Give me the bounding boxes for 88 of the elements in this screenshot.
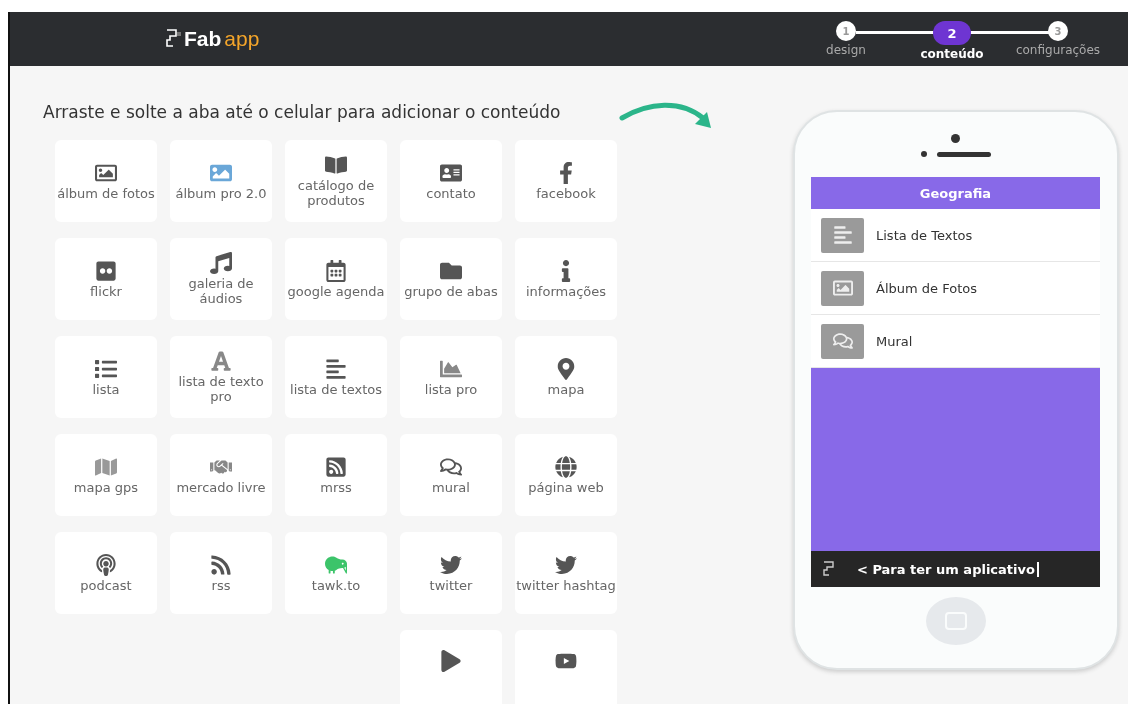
- speaker-slot: [936, 151, 991, 157]
- map-pin-icon: [555, 357, 577, 380]
- tile-label: lista de textos: [289, 381, 383, 397]
- content-tile[interactable]: galeria de áudios: [170, 238, 272, 320]
- tile-label: álbum pro 2.0: [174, 185, 268, 201]
- tile-label: catálogo de produtos: [296, 178, 376, 208]
- speech-bubbles-icon: [821, 323, 864, 359]
- content-tile[interactable]: rss: [170, 532, 272, 614]
- content-tile[interactable]: lista: [55, 336, 157, 418]
- logo-icon: [165, 28, 181, 50]
- tile-label: grupo de abas: [403, 283, 499, 299]
- tile-label: mapa gps: [72, 479, 140, 495]
- hashtag-bird-icon: [555, 553, 577, 576]
- logo-icon: [823, 561, 835, 577]
- content-tile[interactable]: álbum de fotos: [55, 140, 157, 222]
- font-icon: [210, 350, 232, 372]
- content-tile[interactable]: grupo de abas: [400, 238, 502, 320]
- step-label[interactable]: conteúdo: [920, 47, 984, 61]
- tile-label: mercado livre: [175, 479, 267, 495]
- content-tile[interactable]: lista pro: [400, 336, 502, 418]
- contact-card-icon: [440, 161, 462, 184]
- tile-label: lista pro: [423, 381, 479, 397]
- content-tile[interactable]: twitter: [400, 532, 502, 614]
- tile-label: informações: [525, 283, 607, 299]
- app-menu-item[interactable]: Lista de Textos: [811, 209, 1100, 262]
- tile-label: página web: [527, 479, 605, 495]
- content-tile[interactable]: lista de textos: [285, 336, 387, 418]
- app-title: Geografia: [918, 184, 993, 203]
- content-tile[interactable]: google agenda: [285, 238, 387, 320]
- tile-label: flickr: [89, 283, 123, 299]
- content-tile[interactable]: contato: [400, 140, 502, 222]
- tile-label: twitter: [428, 577, 474, 593]
- tile-label: tawk.to: [310, 577, 362, 593]
- play-icon: [440, 650, 462, 672]
- tile-label: facebook: [535, 185, 597, 201]
- rss-icon: [210, 553, 232, 576]
- content-tile[interactable]: álbum pro 2.0: [170, 140, 272, 222]
- content-tile[interactable]: mapa: [515, 336, 617, 418]
- footer-text: < Para ter um aplicativo: [857, 561, 1039, 577]
- content-tile[interactable]: [400, 630, 502, 704]
- calendar-icon: [325, 259, 347, 282]
- content-tile[interactable]: página web: [515, 434, 617, 516]
- app-menu-item[interactable]: Álbum de Fotos: [811, 262, 1100, 315]
- two-dots-icon: [95, 259, 117, 282]
- podcast-icon: [95, 553, 117, 576]
- content-tile[interactable]: mural: [400, 434, 502, 516]
- content-tile[interactable]: facebook: [515, 140, 617, 222]
- content-tile[interactable]: mercado livre: [170, 434, 272, 516]
- logo-text: Fab: [184, 27, 222, 51]
- tile-label: álbum de fotos: [56, 185, 156, 201]
- tile-label: mapa: [546, 381, 586, 397]
- logo-text: app: [224, 27, 260, 51]
- rss-icon: [325, 455, 347, 478]
- book-icon: [325, 154, 347, 176]
- map-icon: [95, 455, 117, 478]
- step-label[interactable]: configurações: [1015, 43, 1101, 57]
- list-icon: [95, 357, 117, 380]
- tile-label: podcast: [79, 577, 133, 593]
- tile-label: twitter hashtag: [516, 577, 616, 593]
- content-tile[interactable]: podcast: [55, 532, 157, 614]
- tile-label: lista de texto pro: [177, 374, 265, 404]
- tile-label: galeria de áudios: [187, 276, 255, 306]
- sensor-dot: [920, 151, 927, 157]
- text-lines-icon: [821, 217, 864, 253]
- step-label[interactable]: design: [826, 43, 866, 57]
- tile-label: mrss: [319, 479, 353, 495]
- content-tile[interactable]: mrss: [285, 434, 387, 516]
- tile-label: lista: [91, 381, 121, 397]
- globe-icon: [555, 455, 577, 478]
- content-tile[interactable]: mapa gps: [55, 434, 157, 516]
- twitter-icon: [440, 553, 462, 576]
- camera-dot: [951, 134, 960, 143]
- content-tile[interactable]: tawk.to: [285, 532, 387, 614]
- content-tile[interactable]: [515, 630, 617, 704]
- bird-icon: [325, 553, 347, 576]
- tile-label: rss: [210, 577, 232, 593]
- instruction-text: Arraste e solte a aba até o celular para adicionar o conteúdo: [43, 101, 562, 124]
- tile-label: google agenda: [286, 283, 386, 299]
- content-tile[interactable]: catálogo de produtos: [285, 140, 387, 222]
- app-menu-item[interactable]: Mural: [811, 315, 1100, 368]
- content-tile[interactable]: informações: [515, 238, 617, 320]
- music-note-icon: [210, 252, 232, 274]
- tile-label: mural: [431, 479, 471, 495]
- content-tile[interactable]: lista de texto pro: [170, 336, 272, 418]
- content-tile[interactable]: flickr: [55, 238, 157, 320]
- content-tile[interactable]: twitter hashtag: [515, 532, 617, 614]
- text-lines-icon: [325, 357, 347, 380]
- tile-label: contato: [425, 185, 477, 201]
